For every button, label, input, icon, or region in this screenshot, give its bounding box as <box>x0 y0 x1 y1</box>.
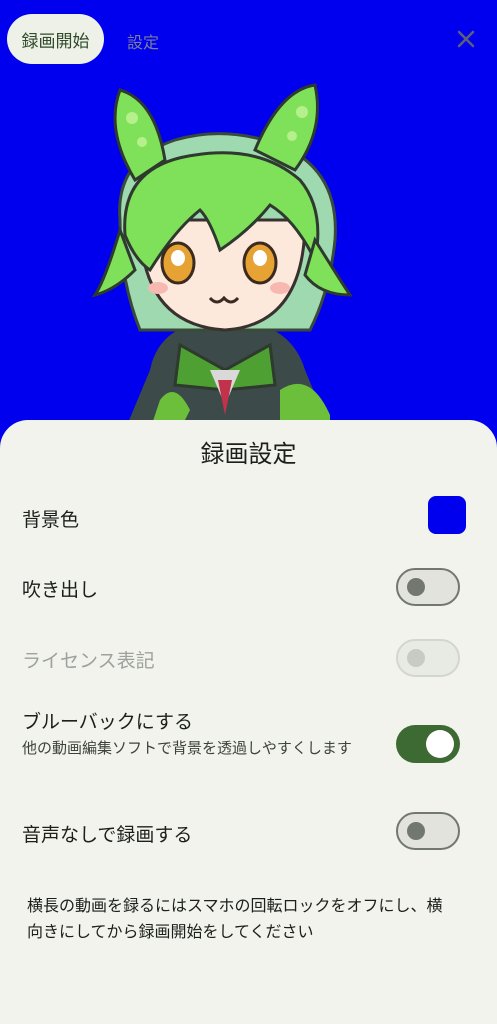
speech-bubble-toggle[interactable] <box>396 568 460 606</box>
record-start-button[interactable]: 録画開始 <box>7 14 104 64</box>
character-illustration <box>91 83 353 430</box>
background-color-label: 背景色 <box>22 509 80 531</box>
blueback-toggle[interactable] <box>396 725 460 763</box>
toggle-knob <box>407 578 425 596</box>
blueback-description: 他の動画編集ソフトで背景を透過しやすくします <box>22 739 352 757</box>
blueback-label: ブルーバックにする <box>22 711 194 733</box>
close-icon[interactable] <box>451 24 481 54</box>
toggle-knob <box>407 649 425 667</box>
rotation-note: 横長の動画を録るにはスマホの回転ロックをオフにし、横向きにしてから録画開始をして… <box>27 896 443 941</box>
no-audio-toggle[interactable] <box>396 812 460 850</box>
toggle-knob <box>407 822 425 840</box>
sheet-title: 録画設定 <box>200 440 297 468</box>
toggle-knob <box>426 730 454 758</box>
license-toggle[interactable] <box>396 639 460 677</box>
background-color-swatch[interactable] <box>428 496 466 534</box>
preview-area: 録画開始 設定 <box>0 0 497 430</box>
no-audio-label: 音声なしで録画する <box>22 824 193 846</box>
license-label: ライセンス表記 <box>22 650 155 672</box>
speech-bubble-label: 吹き出し <box>22 579 99 601</box>
settings-tab[interactable]: 設定 <box>127 29 159 53</box>
